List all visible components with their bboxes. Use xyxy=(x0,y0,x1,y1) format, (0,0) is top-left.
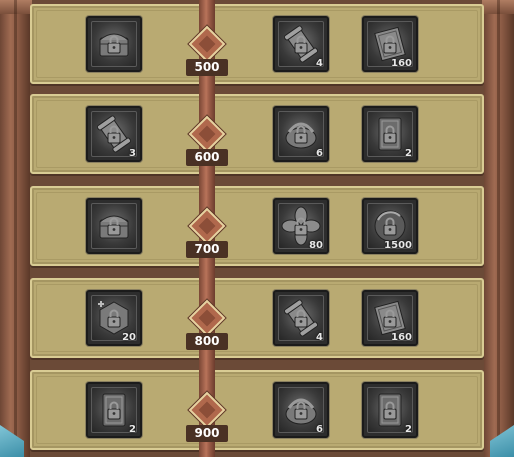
basket-icon xyxy=(285,122,317,149)
scroll-icon xyxy=(96,115,132,153)
scroll-icon xyxy=(283,299,319,337)
scroll-icon xyxy=(283,25,319,63)
milestone-label: 700 xyxy=(186,241,228,258)
reward-slot[interactable]: 4 xyxy=(273,16,329,72)
reward-slot[interactable]: 160 xyxy=(362,290,418,346)
reward-slot[interactable]: 6 xyxy=(273,382,329,438)
reward-quantity: 2 xyxy=(405,424,412,435)
reward-slot[interactable]: 4 xyxy=(273,290,329,346)
reward-slot[interactable]: 2 xyxy=(362,382,418,438)
milestone-label: 500 xyxy=(186,59,228,76)
reward-quantity: 20 xyxy=(122,332,136,343)
milestone-label: 800 xyxy=(186,333,228,350)
reward-slot[interactable]: 2 xyxy=(86,382,142,438)
right-pillar xyxy=(482,0,514,457)
milestone-label: 600 xyxy=(186,149,228,166)
reward-slot[interactable] xyxy=(86,16,142,72)
reward-quantity: 3 xyxy=(129,148,136,159)
reward-slot[interactable]: 1500 xyxy=(362,198,418,254)
chest-icon xyxy=(99,215,129,239)
reward-slot[interactable]: 160 xyxy=(362,16,418,72)
reward-quantity: 160 xyxy=(391,58,412,69)
reward-quantity: 6 xyxy=(316,424,323,435)
reward-quantity: 80 xyxy=(309,240,323,251)
reward-slot[interactable] xyxy=(86,198,142,254)
reward-quantity: 2 xyxy=(405,148,412,159)
reward-quantity: 2 xyxy=(129,424,136,435)
reward-quantity: 160 xyxy=(391,332,412,343)
basket-icon xyxy=(285,398,317,425)
reward-quantity: 1500 xyxy=(384,240,412,251)
reward-quantity: 4 xyxy=(316,332,323,343)
card-icon xyxy=(378,117,402,151)
card-icon xyxy=(378,393,402,427)
reward-slot[interactable]: 6 xyxy=(273,106,329,162)
reward-slot[interactable]: 80 xyxy=(273,198,329,254)
reward-slot[interactable]: 2 xyxy=(362,106,418,162)
left-pillar xyxy=(0,0,32,457)
reward-slot[interactable]: 3 xyxy=(86,106,142,162)
reward-quantity: 6 xyxy=(316,148,323,159)
chest-icon xyxy=(99,33,129,57)
reward-slot[interactable]: 20 xyxy=(86,290,142,346)
reward-quantity: 4 xyxy=(316,58,323,69)
milestone-label: 900 xyxy=(186,425,228,442)
card-icon xyxy=(102,393,126,427)
